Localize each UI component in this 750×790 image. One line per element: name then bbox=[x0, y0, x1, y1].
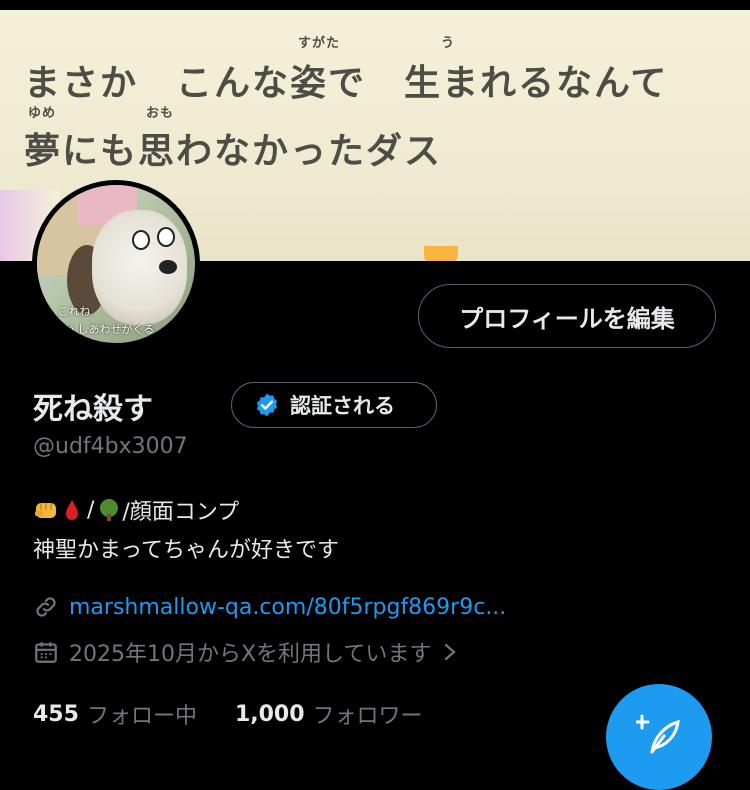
follow-stats: 455 フォロー中 1,000 フォロワー bbox=[33, 698, 423, 730]
website-row: marshmallow-qa.com/80f5rpgf869r9c... bbox=[33, 594, 506, 620]
get-verified-label: 認証される bbox=[290, 394, 395, 418]
banner-ruby-u: う bbox=[441, 36, 456, 51]
banner-caption-line2: 夢にも思わなかったダス bbox=[24, 131, 443, 172]
joined-date-row[interactable]: 2025年10月からXを利用しています bbox=[33, 636, 461, 668]
chevron-right-icon bbox=[445, 643, 457, 661]
verified-badge-icon bbox=[256, 393, 278, 417]
followers-label: フォロワー bbox=[312, 704, 423, 729]
website-link[interactable]: marshmallow-qa.com/80f5rpgf869r9c... bbox=[69, 595, 506, 620]
tree-emoji-icon bbox=[100, 499, 119, 521]
joined-date-text: 2025年10月からXを利用しています bbox=[69, 642, 432, 667]
bio-line-1-text: /顔面コンプ bbox=[122, 500, 240, 525]
compose-icon bbox=[636, 714, 680, 754]
following-link[interactable]: 455 フォロー中 bbox=[33, 698, 197, 730]
followers-link[interactable]: 1,000 フォロワー bbox=[235, 698, 423, 730]
avatar-caption-1: ん これね bbox=[43, 305, 91, 318]
following-label: フォロー中 bbox=[86, 704, 197, 729]
banner-cup-shape bbox=[424, 246, 458, 261]
avatar-caption-2: か しあわせがくる bbox=[63, 323, 155, 336]
calendar-icon bbox=[35, 642, 57, 663]
fist-emoji-icon bbox=[35, 503, 56, 518]
bio-line-2: 神聖かまってちゃんが好きです bbox=[33, 538, 340, 563]
followers-count: 1,000 bbox=[234, 701, 305, 727]
following-count: 455 bbox=[33, 701, 79, 727]
avatar-image: ん これね か しあわせがくる bbox=[37, 185, 195, 343]
banner-ruby-sugata: すがた bbox=[298, 36, 341, 51]
banner-ruby-yume: ゆめ bbox=[28, 106, 57, 121]
edit-profile-button[interactable]: プロフィールを編集 bbox=[418, 284, 716, 348]
avatar[interactable]: ん これね か しあわせがくる bbox=[32, 180, 200, 348]
banner-ruby-omo: おも bbox=[146, 106, 175, 121]
display-name: 死ね殺す bbox=[33, 392, 153, 427]
compose-post-button[interactable] bbox=[606, 684, 712, 790]
user-handle: @udf4bx3007 bbox=[33, 434, 188, 459]
bio-line-1: / /顔面コンプ bbox=[33, 494, 239, 526]
get-verified-button[interactable]: 認証される bbox=[231, 382, 437, 428]
link-icon bbox=[36, 597, 56, 617]
drop-emoji-icon bbox=[66, 500, 78, 520]
banner-caption-line1: まさか こんな姿で 生まれるなんて bbox=[24, 63, 669, 104]
